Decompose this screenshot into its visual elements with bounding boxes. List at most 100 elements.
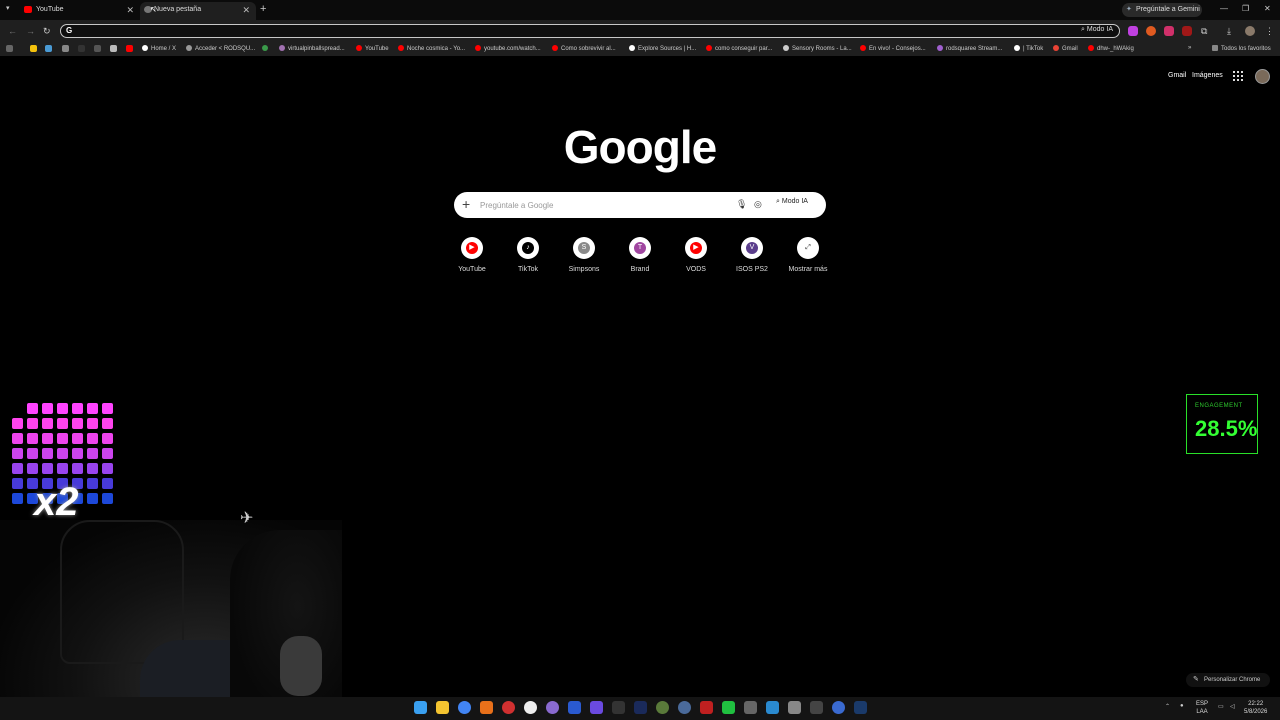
app-icon[interactable] (590, 701, 603, 714)
omnibox-ai-label: Modo IA (1086, 26, 1113, 33)
tab-new-tab[interactable]: Nueva pestaña ✕ (140, 2, 256, 20)
bookmark-item[interactable]: rodsquaree Stream... (937, 45, 1002, 52)
extension-icon[interactable] (1128, 26, 1138, 36)
account-avatar[interactable] (1255, 69, 1270, 84)
menu-kebab-icon[interactable]: ⋮ (1265, 26, 1274, 37)
bookmark-item[interactable]: Sensory Rooms - La... (783, 45, 852, 52)
apps-icon[interactable] (6, 45, 13, 52)
app-icon[interactable] (524, 701, 537, 714)
file-explorer-icon[interactable] (436, 701, 449, 714)
google-search-box[interactable]: + Pregúntale a Google 🎙 ◎ ⌕ Modo IA (454, 192, 826, 218)
search-placeholder[interactable]: Pregúntale a Google (480, 201, 553, 210)
app-icon[interactable] (502, 701, 515, 714)
app-icon[interactable] (832, 701, 845, 714)
app-icon[interactable] (700, 701, 713, 714)
bookmark-item[interactable]: En vivo! - Consejos... (860, 45, 926, 52)
google-apps-icon[interactable] (1233, 71, 1243, 81)
bookmark-item[interactable] (262, 45, 271, 52)
tab-youtube[interactable]: YouTube ✕ (0, 2, 140, 20)
bookmark-item[interactable]: Explore Sources | H... (629, 45, 696, 52)
pencil-icon: ✎ (1193, 676, 1199, 683)
google-lens-icon[interactable]: ◎ (754, 199, 762, 210)
extension-icon[interactable] (1146, 26, 1156, 36)
volume-icon[interactable]: ◁ (1230, 703, 1235, 710)
shortcut-youtube[interactable]: ▶ YouTube (444, 237, 500, 273)
bookmark-item[interactable]: youtube.com/watch... (475, 45, 541, 52)
customize-chrome-button[interactable]: ✎ Personalizar Chrome (1186, 673, 1270, 687)
engagement-title: ENGAGEMENT (1195, 403, 1243, 409)
language-indicator[interactable]: ESP LAA (1196, 700, 1208, 716)
ai-mode-button[interactable]: ⌕ Modo IA (776, 198, 808, 206)
pixel-cell (102, 463, 113, 474)
bookmark-item[interactable]: | TikTok (1014, 45, 1043, 52)
close-window-button[interactable]: ✕ (1264, 4, 1271, 13)
app-icon[interactable] (744, 701, 757, 714)
app-icon[interactable] (656, 701, 669, 714)
bookmark-item[interactable]: YouTube (356, 45, 389, 52)
forward-button[interactable]: → (26, 26, 35, 36)
back-button[interactable]: ← (8, 26, 17, 36)
bookmark-item[interactable]: como conseguir par... (706, 45, 772, 52)
bookmark-icon[interactable] (110, 45, 117, 52)
tray-icon[interactable]: ● (1180, 703, 1184, 709)
new-tab-button[interactable]: + (260, 3, 266, 15)
chrome-icon[interactable] (458, 701, 471, 714)
bookmark-item[interactable]: Gmail (1053, 45, 1078, 52)
app-icon[interactable] (568, 701, 581, 714)
bookmark-icon[interactable] (78, 45, 85, 52)
microphone-icon[interactable]: 🎙 (736, 199, 747, 210)
extension-icon[interactable] (1182, 26, 1192, 36)
images-link[interactable]: Imágenes (1192, 72, 1223, 79)
gmail-link[interactable]: Gmail (1168, 72, 1186, 79)
bookmark-icon[interactable] (126, 45, 133, 52)
add-icon[interactable]: + (462, 196, 470, 212)
app-icon[interactable] (612, 701, 625, 714)
windows-start-icon[interactable] (414, 701, 427, 714)
app-icon[interactable] (722, 701, 735, 714)
show-more-shortcuts[interactable]: ⤢ Mostrar más (780, 237, 836, 273)
bookmark-item[interactable]: Como sobrevivir al... (552, 45, 616, 52)
profile-avatar[interactable] (1245, 26, 1255, 36)
bookmark-item[interactable]: dhw-_hWAkig (1088, 45, 1134, 52)
bookmark-item[interactable]: virtualpinballspread... (279, 45, 345, 52)
bookmark-icon[interactable] (30, 45, 37, 52)
network-icon[interactable]: ▭ (1218, 703, 1224, 710)
steam-icon[interactable] (854, 701, 867, 714)
bookmark-item[interactable]: Noche cosmica - Yo... (398, 45, 465, 52)
all-bookmarks[interactable]: Todos los favoritos (1212, 45, 1271, 52)
app-icon[interactable] (810, 701, 823, 714)
bookmark-icon[interactable] (62, 45, 69, 52)
address-bar[interactable]: G ⌕ Modo IA (60, 24, 1120, 38)
bookmark-icon[interactable] (45, 45, 52, 52)
app-icon[interactable] (766, 701, 779, 714)
app-icon[interactable] (546, 701, 559, 714)
pixel-cell (57, 403, 68, 414)
bookmark-item[interactable]: Home / X (142, 45, 176, 52)
shortcut-brand[interactable]: T Brand (612, 237, 668, 273)
photoshop-icon[interactable] (634, 701, 647, 714)
close-tab-icon[interactable]: ✕ (126, 2, 134, 18)
pixel-cell (87, 463, 98, 474)
shortcut-tiktok[interactable]: ♪ TikTok (500, 237, 556, 273)
close-tab-icon[interactable]: ✕ (242, 2, 250, 18)
search-app-icon[interactable] (480, 701, 493, 714)
app-icon[interactable] (678, 701, 691, 714)
extensions-puzzle-icon[interactable]: ⧉ (1201, 26, 1207, 37)
restore-button[interactable]: ❐ (1242, 4, 1249, 13)
extension-icon[interactable] (1164, 26, 1174, 36)
shortcut-isos-ps2[interactable]: V ISOS PS2 (724, 237, 780, 273)
shortcut-simpsons[interactable]: S Simpsons (556, 237, 612, 273)
app-icon[interactable] (788, 701, 801, 714)
more-bookmarks-icon[interactable]: » (1188, 45, 1191, 51)
shortcut-vods[interactable]: ▶ VODS (668, 237, 724, 273)
download-icon[interactable]: ⤓ (1227, 26, 1231, 37)
system-clock[interactable]: 22:22 5/8/2026 (1244, 700, 1267, 716)
gemini-button[interactable]: ✦ Pregúntale a Gemini (1122, 3, 1202, 17)
omnibox-ai-mode[interactable]: ⌕ Modo IA (1081, 26, 1113, 34)
bookmark-item[interactable]: Acceder < RODSQU... (186, 45, 255, 52)
pixel-cell (102, 448, 113, 459)
minimize-button[interactable]: — (1220, 4, 1228, 13)
bookmark-icon[interactable] (94, 45, 101, 52)
reload-button[interactable]: ↻ (43, 26, 51, 37)
tray-overflow-icon[interactable]: ⌃ (1165, 703, 1170, 710)
